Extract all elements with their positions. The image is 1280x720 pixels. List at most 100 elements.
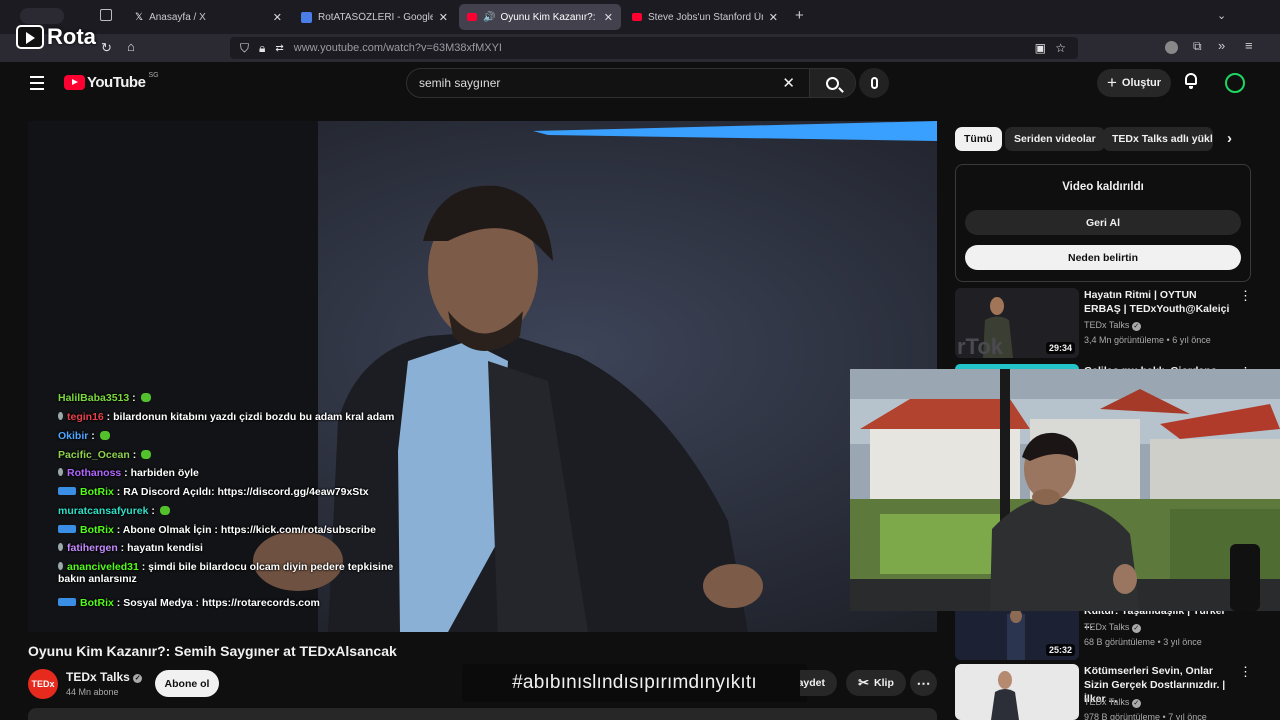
channel-name[interactable]: TEDx Talks (66, 670, 130, 684)
youtube-header: YouTube SG semih saygıner ✕ + Oluştur (10, 62, 1270, 108)
home-icon[interactable]: ⌂ (127, 39, 135, 54)
create-button[interactable]: + Oluştur (1097, 69, 1171, 97)
chat-username[interactable]: Pacific_Ocean (58, 449, 130, 461)
menu-icon[interactable]: ≡ (1245, 38, 1253, 53)
close-tab-icon[interactable]: ✕ (273, 11, 282, 24)
tab-overflow-chevron-icon[interactable]: ⌄ (1217, 9, 1226, 22)
description-box[interactable] (28, 708, 937, 720)
chat-text: bilardonun kitabını yazdı çizdi bozdu bu… (113, 411, 395, 423)
scissors-icon: ✂ (858, 675, 870, 690)
chat-separator: : (88, 430, 98, 442)
chat-username[interactable]: tegin16 (67, 411, 104, 423)
rota-logo-text: Rota (47, 24, 96, 49)
puzzle-icon[interactable]: ⧉ (1193, 39, 1202, 54)
chat-text: Sosyal Medya : https://rotarecords.com (123, 597, 320, 609)
lock-icon[interactable]: 🔒︎ (259, 41, 265, 56)
permissions-icon[interactable]: ⇄ (275, 43, 283, 54)
voice-search-button[interactable] (859, 68, 889, 98)
chat-message: Rothanoss : harbiden öyle (58, 467, 199, 479)
subscribe-button[interactable]: Abone ol (155, 670, 219, 697)
chat-username[interactable]: BotRix (80, 597, 114, 609)
more-options-icon[interactable]: ⋮ (1239, 288, 1252, 304)
youtube-logo[interactable]: YouTube SG (64, 72, 159, 91)
channel-avatar[interactable]: TEDx (28, 669, 58, 699)
recommendation-item[interactable]: rTok 29:34 Hayatın Ritmi | OYTUN ERBAŞ |… (955, 288, 1255, 360)
search-button[interactable] (809, 69, 855, 97)
speaker-icon[interactable]: 🔊 (483, 12, 495, 23)
more-actions-button[interactable]: ⋯ (910, 670, 937, 696)
address-bar[interactable]: ⛉ 🔒︎ ⇄ www.youtube.com/watch?v=63M38xfMX… (230, 37, 1078, 59)
recommendation-item[interactable]: 25:32 Kültür: Yaşamdaşlık | Türker ... T… (955, 606, 1255, 660)
browser-toolbar: ↻ ⌂ ⛉ 🔒︎ ⇄ www.youtube.com/watch?v=63M38… (0, 34, 1280, 62)
video-thumbnail[interactable]: rTok 29:34 (955, 288, 1079, 358)
clear-search-icon[interactable]: ✕ (782, 74, 795, 92)
channel-name[interactable]: TEDx Talks (1084, 697, 1129, 707)
chat-text: RA Discord Açıldı: https://discord.gg/4e… (123, 486, 369, 498)
svg-text:rTok: rTok (957, 334, 1004, 358)
video-thumbnail[interactable]: 25:32 (955, 606, 1079, 660)
chat-text: şimdi bile bilardocu olcam diyin pedere … (148, 561, 394, 573)
account-avatar[interactable] (1225, 73, 1245, 93)
search-input[interactable]: semih saygıner (407, 76, 782, 90)
rec-channel[interactable]: TEDx Talks ✓ (1084, 697, 1141, 708)
tab-youtube-active[interactable]: 🔊 Oyunu Kim Kazanır?: Semih ✕ (459, 4, 621, 30)
hashtag-overlay-banner: #abıbınıslındısıpırımdınyıkıtı (462, 664, 807, 702)
chat-username[interactable]: Rothanoss (67, 467, 121, 479)
channel-name[interactable]: TEDx Talks (1084, 320, 1129, 330)
verified-icon: ✓ (1131, 322, 1141, 331)
rec-channel[interactable]: TEDx Talks ✓ (1084, 320, 1141, 331)
tab-x[interactable]: 𝕏 Anasayfa / X ✕ (127, 4, 290, 30)
extension-icon[interactable] (1165, 41, 1178, 54)
video-thumbnail[interactable] (955, 664, 1079, 720)
chip-series-videos[interactable]: Seriden videolar (1005, 127, 1105, 151)
chat-username[interactable]: HalilBaba3513 (58, 392, 129, 404)
tab-google-docs[interactable]: RotATASÖZLERİ - Google Dokür ✕ (293, 4, 456, 30)
hamburger-menu-icon[interactable] (30, 76, 44, 90)
chat-badge-icon (58, 468, 63, 476)
save-button[interactable]: Kaydet (800, 670, 837, 696)
url-text[interactable]: www.youtube.com/watch?v=63M38xfMXYI (294, 42, 502, 54)
chat-username[interactable]: muratcansafyurek (58, 505, 148, 517)
chat-text: hayatın kendisi (127, 542, 203, 554)
close-tab-icon[interactable]: ✕ (769, 11, 778, 24)
clip-button[interactable]: ✂ Klip (846, 670, 906, 696)
chat-username[interactable]: BotRix (80, 524, 114, 536)
youtube-icon (467, 13, 477, 21)
chat-text: harbiden öyle (130, 467, 199, 479)
chat-username[interactable]: BotRix (80, 486, 114, 498)
chips-next-chevron-icon[interactable]: › (1227, 130, 1232, 147)
give-reason-button[interactable]: Neden belirtin (965, 245, 1241, 270)
chip-all[interactable]: Tümü (955, 127, 1002, 151)
search-icon (826, 76, 844, 93)
channel-name-row[interactable]: TEDx Talks ✓ (66, 670, 143, 684)
close-tab-icon[interactable]: ✕ (604, 11, 613, 24)
video-player[interactable]: HalilBaba3513 : tegin16 : bilardonun kit… (28, 121, 937, 632)
chat-message: ananciveled31 : şimdi bile bilardocu olc… (58, 561, 393, 585)
undo-button[interactable]: Geri Al (965, 210, 1241, 235)
clip-label: Klip (874, 677, 894, 689)
chat-message: BotRix : RA Discord Açıldı: https://disc… (58, 486, 369, 498)
tab-steve-jobs[interactable]: Steve Jobs'un Stanford Üniversi ✕ (624, 4, 786, 30)
notifications-bell-icon[interactable] (1184, 73, 1198, 89)
close-tab-icon[interactable]: ✕ (439, 11, 448, 24)
reload-icon[interactable]: ↻ (101, 40, 112, 56)
rec-channel[interactable]: TEDx Talks ✓ (1084, 622, 1141, 633)
google-docs-icon (301, 11, 312, 23)
chat-username[interactable]: Okibir (58, 430, 88, 442)
video-frame (28, 121, 937, 632)
new-tab-button[interactable]: + (795, 7, 804, 24)
recommendation-item[interactable]: Kötümserleri Sevin, Onlar Sizin Gerçek D… (955, 664, 1255, 720)
tab-list-icon[interactable] (100, 9, 112, 21)
rec-title[interactable]: Hayatın Ritmi | OYTUN ERBAŞ | TEDxYouth@… (1084, 288, 1234, 316)
picture-in-picture-icon[interactable]: ▣ (1035, 41, 1046, 55)
channel-name[interactable]: TEDx Talks (1084, 622, 1129, 632)
chat-separator: : (129, 392, 139, 404)
overflow-icon[interactable]: » (1218, 38, 1225, 53)
chip-channel-uploads[interactable]: TEDx Talks adlı yükle (1103, 127, 1213, 151)
more-options-icon[interactable]: ⋮ (1239, 664, 1252, 680)
search-box[interactable]: semih saygıner ✕ (406, 68, 856, 98)
chat-username[interactable]: fatihergen (67, 542, 118, 554)
chat-username[interactable]: ananciveled31 (67, 561, 139, 573)
bookmark-star-icon[interactable]: ☆ (1055, 41, 1066, 55)
shield-icon[interactable]: ⛉ (240, 41, 249, 56)
